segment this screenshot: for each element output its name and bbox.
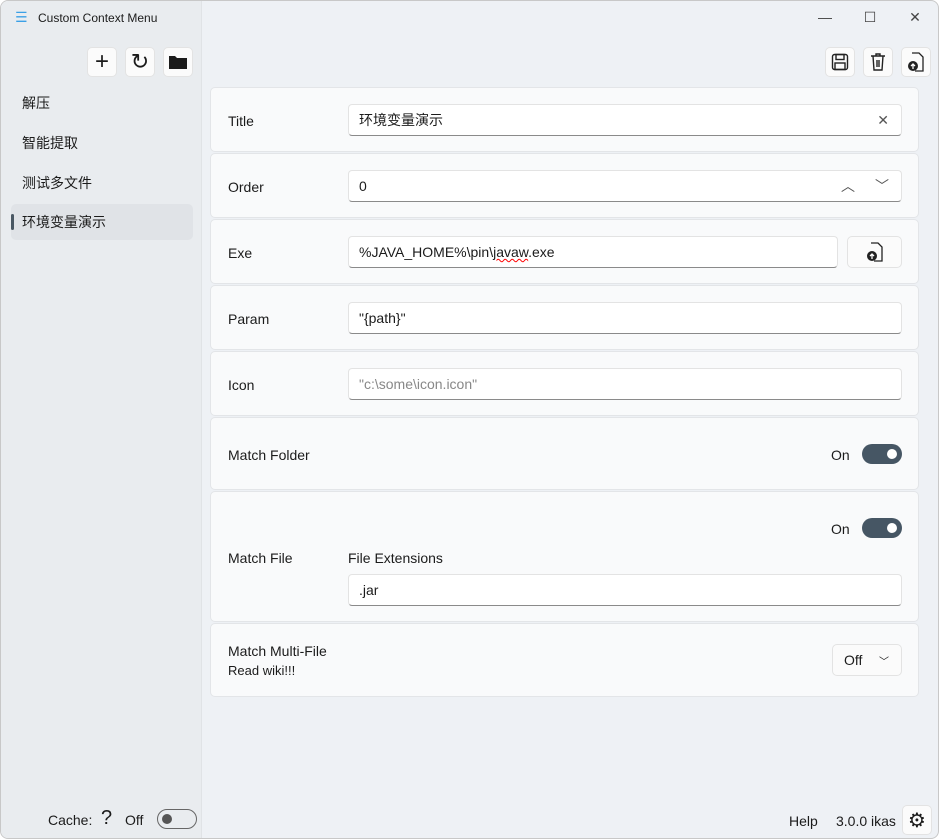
multi-file-value: Off	[844, 652, 863, 668]
increment-icon[interactable]: ︿	[841, 171, 855, 201]
match-multi-file-label: Match Multi-File	[228, 643, 327, 659]
title-value: 环境变量演示	[359, 112, 443, 128]
file-extensions-label: File Extensions	[348, 550, 443, 566]
param-value: "{path}"	[359, 310, 406, 326]
file-upload-icon	[866, 242, 883, 262]
export-button[interactable]	[901, 47, 931, 77]
icon-placeholder: "c:\some\icon.icon"	[359, 376, 478, 392]
refresh-icon: ↻	[130, 49, 150, 74]
exe-value-ext: .exe	[528, 244, 555, 260]
app-title: Custom Context Menu	[38, 11, 158, 25]
cache-state: Off	[125, 812, 144, 828]
save-icon	[831, 53, 849, 71]
file-extensions-value: .jar	[359, 582, 379, 598]
match-file-row: Match File On File Extensions .jar	[210, 491, 919, 622]
decrement-icon[interactable]: ﹀	[875, 171, 889, 201]
match-folder-row: Match Folder On	[210, 417, 919, 490]
order-value: 0	[359, 178, 367, 194]
file-upload-icon	[908, 52, 924, 72]
close-button[interactable]: ✕	[900, 9, 930, 29]
param-row: Param "{path}"	[210, 285, 919, 350]
browse-exe-button[interactable]	[847, 236, 902, 268]
icon-label: Icon	[228, 377, 255, 393]
title-row: Title 环境变量演示 ✕	[210, 87, 919, 152]
file-extensions-input[interactable]: .jar	[348, 574, 902, 606]
menu-icon: ☰	[15, 9, 28, 25]
sidebar: ☰ Custom Context Menu + ↻ 解压 智能提取 测试多文件 …	[1, 1, 202, 838]
save-button[interactable]	[825, 47, 855, 77]
wiki-note: Read wiki!!!	[228, 663, 296, 678]
match-multi-file-row: Match Multi-File Read wiki!!! Off ﹀	[210, 623, 919, 697]
version-label: 3.0.0 ikas	[836, 813, 896, 829]
sidebar-item[interactable]: 测试多文件	[11, 165, 193, 201]
folder-icon	[169, 56, 187, 69]
chevron-down-icon: ﹀	[879, 656, 889, 668]
match-folder-toggle[interactable]	[862, 444, 902, 464]
match-file-label: Match File	[228, 550, 293, 566]
minimize-button[interactable]: —	[810, 9, 840, 29]
icon-row: Icon "c:\some\icon.icon"	[210, 351, 919, 416]
match-folder-state: On	[831, 447, 850, 463]
app-window: ☰ Custom Context Menu + ↻ 解压 智能提取 测试多文件 …	[0, 0, 939, 839]
help-icon[interactable]: ?	[101, 807, 112, 830]
order-label: Order	[228, 179, 264, 195]
order-input[interactable]: 0 ︿ ﹀	[348, 170, 902, 202]
param-label: Param	[228, 311, 270, 327]
clear-icon[interactable]: ✕	[877, 105, 889, 135]
plus-icon: +	[94, 48, 109, 75]
trash-icon	[871, 53, 885, 71]
sidebar-item[interactable]: 解压	[11, 85, 193, 121]
help-link[interactable]: Help	[789, 813, 818, 829]
multi-file-dropdown[interactable]: Off ﹀	[832, 644, 902, 676]
order-row: Order 0 ︿ ﹀	[210, 153, 919, 218]
param-input[interactable]: "{path}"	[348, 302, 902, 334]
sidebar-item-selected[interactable]: 环境变量演示	[11, 204, 193, 240]
icon-input[interactable]: "c:\some\icon.icon"	[348, 368, 902, 400]
cache-label: Cache:	[48, 812, 93, 828]
maximize-button[interactable]: ☐	[855, 9, 885, 29]
title-input[interactable]: 环境变量演示 ✕	[348, 104, 902, 136]
exe-value: %JAVA_HOME%\pin\	[359, 244, 494, 260]
sidebar-item[interactable]: 智能提取	[11, 125, 193, 161]
open-folder-button[interactable]	[163, 47, 193, 77]
settings-button[interactable]: ⚙	[902, 805, 932, 835]
gear-icon: ⚙	[908, 809, 926, 832]
exe-input[interactable]: %JAVA_HOME%\pin\javaw.exe	[348, 236, 838, 268]
title-label: Title	[228, 113, 254, 129]
refresh-button[interactable]: ↻	[125, 47, 155, 77]
exe-label: Exe	[228, 245, 253, 261]
cache-toggle[interactable]	[157, 809, 197, 829]
match-file-state: On	[831, 521, 850, 537]
match-folder-label: Match Folder	[228, 447, 310, 463]
match-file-toggle[interactable]	[862, 518, 902, 538]
exe-row: Exe %JAVA_HOME%\pin\javaw.exe	[210, 219, 919, 284]
add-button[interactable]: +	[87, 47, 117, 77]
exe-value-misspelled: javaw	[493, 244, 529, 260]
delete-button[interactable]	[863, 47, 893, 77]
